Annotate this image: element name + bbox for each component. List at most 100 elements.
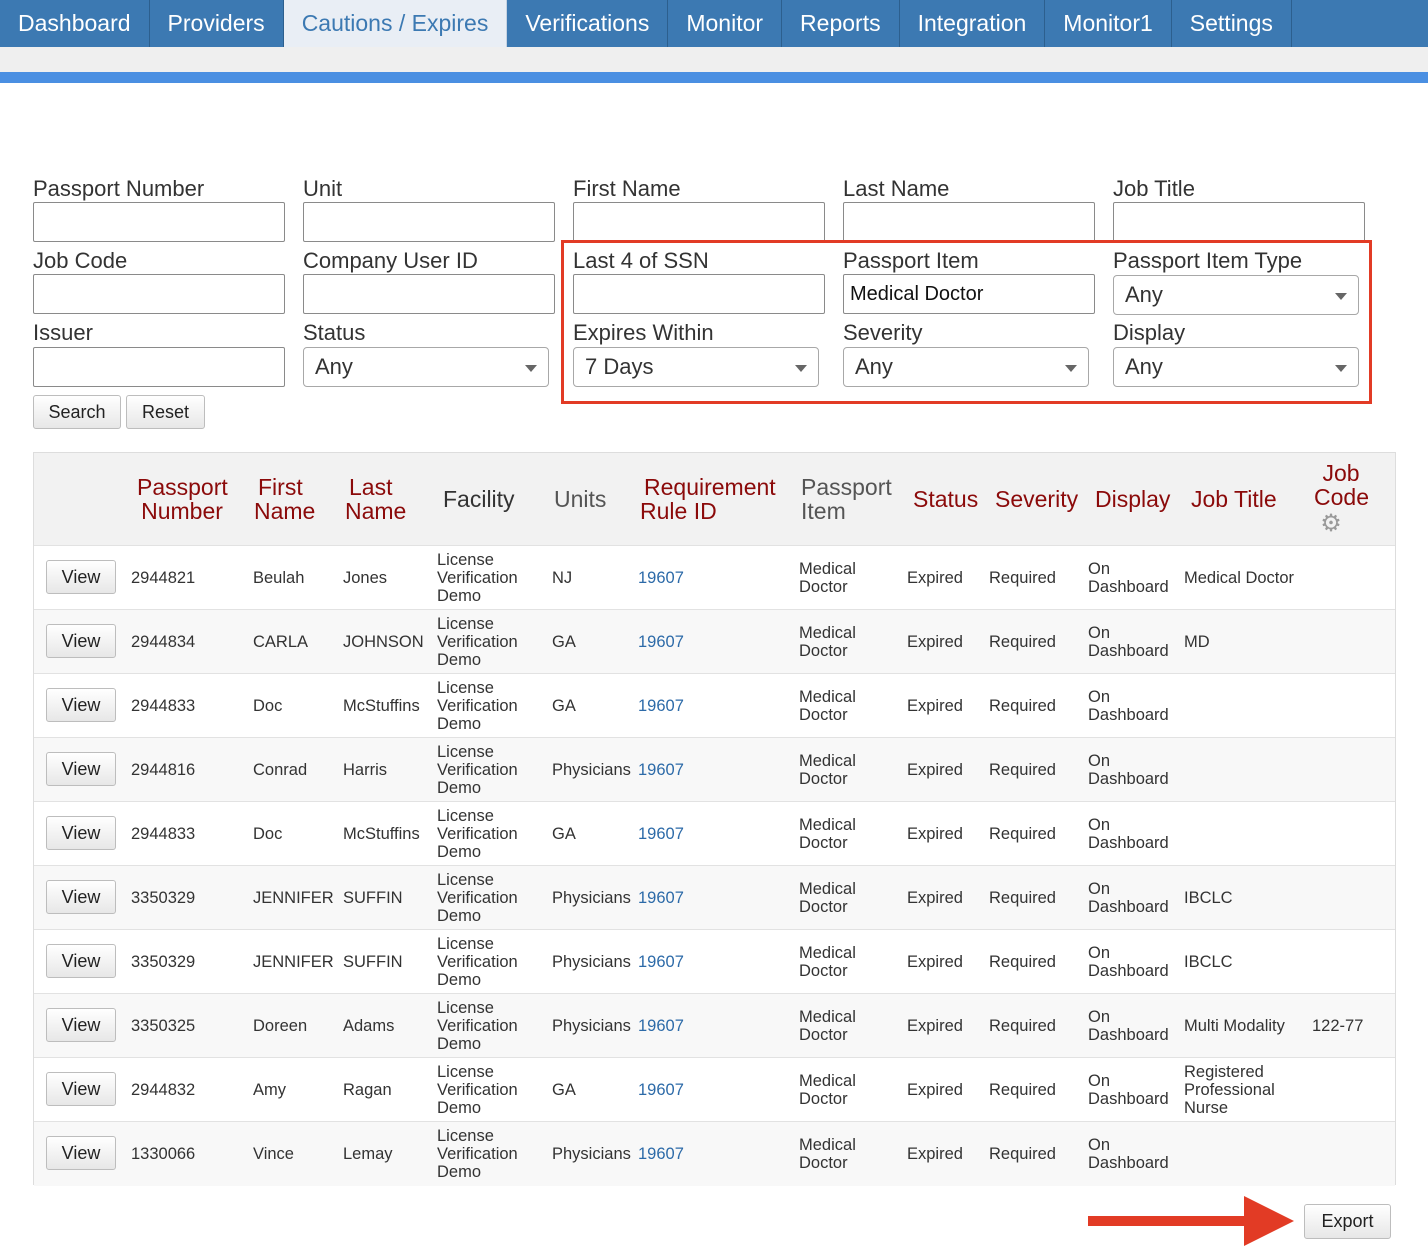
- col-first-name[interactable]: First Name: [254, 475, 315, 523]
- view-button[interactable]: View: [46, 752, 116, 786]
- cell-severity: Required: [989, 825, 1056, 843]
- cell-first-name: Conrad: [253, 761, 308, 779]
- cell-passport-number: 2944833: [131, 825, 196, 843]
- cell-status: Expired: [907, 697, 963, 715]
- cell-first-name: Amy: [253, 1081, 286, 1099]
- nav-tab-cautions-expires[interactable]: Cautions / Expires: [283, 0, 508, 47]
- col-units[interactable]: Units: [554, 487, 606, 511]
- cell-passport-item: Medical Doctor: [799, 816, 856, 852]
- accent-bar: [0, 72, 1428, 83]
- cell-status: Expired: [907, 1145, 963, 1163]
- cell-requirement-rule-id[interactable]: 19607: [638, 825, 684, 843]
- cell-requirement-rule-id[interactable]: 19607: [638, 1145, 684, 1163]
- col-job-title[interactable]: Job Title: [1191, 487, 1277, 511]
- status-label: Status: [303, 320, 366, 345]
- job-title-input[interactable]: [1113, 202, 1365, 242]
- gear-icon[interactable]: ⚙: [1320, 512, 1342, 536]
- col-passport-item[interactable]: Passport Item: [801, 475, 892, 523]
- cell-requirement-rule-id[interactable]: 19607: [638, 1081, 684, 1099]
- cell-passport-number: 2944834: [131, 633, 196, 651]
- col-severity[interactable]: Severity: [995, 487, 1078, 511]
- col-display[interactable]: Display: [1095, 487, 1170, 511]
- view-button[interactable]: View: [46, 688, 116, 722]
- cell-requirement-rule-id[interactable]: 19607: [638, 1017, 684, 1035]
- cell-display: On Dashboard: [1088, 816, 1169, 852]
- col-passport-number[interactable]: Passport Number: [137, 475, 228, 523]
- view-button[interactable]: View: [46, 1008, 116, 1042]
- view-button[interactable]: View: [46, 1072, 116, 1106]
- cell-passport-number: 3350329: [131, 889, 196, 907]
- cell-facility: License Verification Demo: [437, 807, 518, 861]
- table-row: View 2944821 Beulah Jones License Verificatio…: [34, 545, 1395, 610]
- table-row: View 2944816 Conrad Harris License Verificati…: [34, 737, 1395, 802]
- reset-button[interactable]: Reset: [126, 395, 205, 429]
- cell-job-code: 122-77: [1312, 1017, 1364, 1035]
- cell-last-name: Harris: [343, 761, 387, 779]
- nav-tab-verifications[interactable]: Verifications: [507, 0, 669, 47]
- nav-tab-providers[interactable]: Providers: [150, 0, 284, 47]
- cell-last-name: SUFFIN: [343, 953, 403, 971]
- first-name-label: First Name: [573, 176, 681, 201]
- nav-tab-dashboard[interactable]: Dashboard: [0, 0, 150, 47]
- cell-requirement-rule-id[interactable]: 19607: [638, 633, 684, 651]
- cell-passport-number: 3350325: [131, 1017, 196, 1035]
- col-facility[interactable]: Facility: [443, 487, 515, 511]
- unit-input[interactable]: [303, 202, 555, 242]
- col-job-code[interactable]: Job Code: [1314, 461, 1369, 509]
- cell-requirement-rule-id[interactable]: 19607: [638, 697, 684, 715]
- cell-passport-item: Medical Doctor: [799, 1072, 856, 1108]
- unit-label: Unit: [303, 176, 343, 201]
- cell-passport-item: Medical Doctor: [799, 944, 856, 980]
- table-row: View 2944834 CARLA JOHNSON License Verificati…: [34, 609, 1395, 674]
- cell-units: GA: [552, 633, 576, 651]
- nav-tab-integration[interactable]: Integration: [900, 0, 1046, 47]
- company-user-id-input[interactable]: [303, 274, 555, 314]
- search-button[interactable]: Search: [33, 395, 121, 429]
- view-button[interactable]: View: [46, 816, 116, 850]
- cell-last-name: Ragan: [343, 1081, 392, 1099]
- cell-job-title: IBCLC: [1184, 889, 1233, 907]
- status-select[interactable]: Any: [303, 347, 549, 387]
- col-last-name[interactable]: Last Name: [345, 475, 406, 523]
- job-code-input[interactable]: [33, 274, 285, 314]
- table-row: View 3350325 Doreen Adams License Verificatio…: [34, 993, 1395, 1058]
- cell-requirement-rule-id[interactable]: 19607: [638, 569, 684, 587]
- cell-display: On Dashboard: [1088, 624, 1169, 660]
- view-button[interactable]: View: [46, 944, 116, 978]
- cell-status: Expired: [907, 953, 963, 971]
- view-button[interactable]: View: [46, 880, 116, 914]
- cell-requirement-rule-id[interactable]: 19607: [638, 889, 684, 907]
- cell-requirement-rule-id[interactable]: 19607: [638, 953, 684, 971]
- cell-display: On Dashboard: [1088, 944, 1169, 980]
- cell-passport-item: Medical Doctor: [799, 624, 856, 660]
- view-button[interactable]: View: [46, 560, 116, 594]
- nav-tab-monitor[interactable]: Monitor: [668, 0, 783, 47]
- cell-last-name: McStuffins: [343, 825, 420, 843]
- cell-severity: Required: [989, 633, 1056, 651]
- col-requirement-rule-id[interactable]: Requirement Rule ID: [640, 475, 776, 523]
- cell-last-name: Jones: [343, 569, 388, 587]
- cell-passport-item: Medical Doctor: [799, 1008, 856, 1044]
- chevron-down-icon: [525, 365, 537, 372]
- cell-status: Expired: [907, 889, 963, 907]
- cell-last-name: McStuffins: [343, 697, 420, 715]
- passport-number-input[interactable]: [33, 202, 285, 242]
- cell-display: On Dashboard: [1088, 752, 1169, 788]
- view-button[interactable]: View: [46, 1136, 116, 1170]
- first-name-input[interactable]: [573, 202, 825, 242]
- issuer-input[interactable]: [33, 347, 285, 387]
- cell-facility: License Verification Demo: [437, 615, 518, 669]
- export-button[interactable]: Export: [1304, 1204, 1391, 1239]
- view-button[interactable]: View: [46, 624, 116, 658]
- arrow-right-icon: [1244, 1196, 1294, 1246]
- nav-tab-settings[interactable]: Settings: [1172, 0, 1292, 47]
- cell-units: Physicians: [552, 1145, 631, 1163]
- cell-requirement-rule-id[interactable]: 19607: [638, 761, 684, 779]
- nav-tab-reports[interactable]: Reports: [782, 0, 900, 47]
- col-status[interactable]: Status: [913, 487, 978, 511]
- cell-last-name: SUFFIN: [343, 889, 403, 907]
- nav-tab-monitor1[interactable]: Monitor1: [1045, 0, 1172, 47]
- last-name-input[interactable]: [843, 202, 1095, 242]
- cell-job-title: Medical Doctor: [1184, 569, 1295, 587]
- cell-job-title: MD: [1184, 633, 1210, 651]
